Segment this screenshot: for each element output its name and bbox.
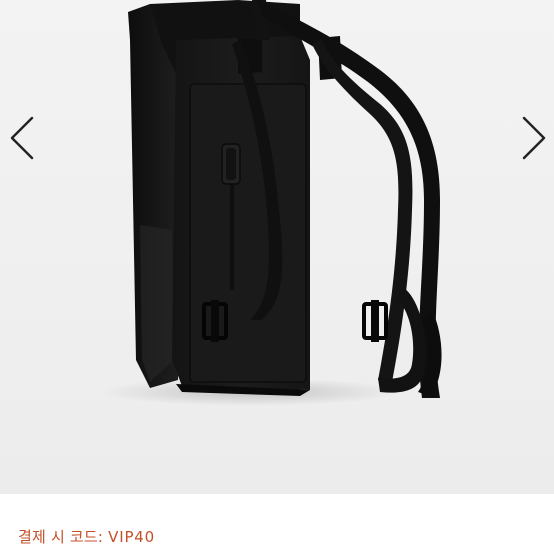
promo-code-text: 결제 시 코드: VIP40 — [18, 526, 155, 547]
chevron-right-icon — [522, 116, 546, 160]
promo-label: 결제 시 코드: — [18, 528, 104, 546]
chevron-left-icon — [10, 116, 34, 160]
promo-code: VIP40 — [108, 528, 155, 546]
carousel-prev-button[interactable] — [2, 112, 42, 164]
carousel-next-button[interactable] — [514, 112, 554, 164]
product-viewer: 결제 시 코드: VIP40 — [0, 0, 554, 554]
product-photo — [0, 0, 554, 494]
backpack-image — [100, 0, 442, 406]
